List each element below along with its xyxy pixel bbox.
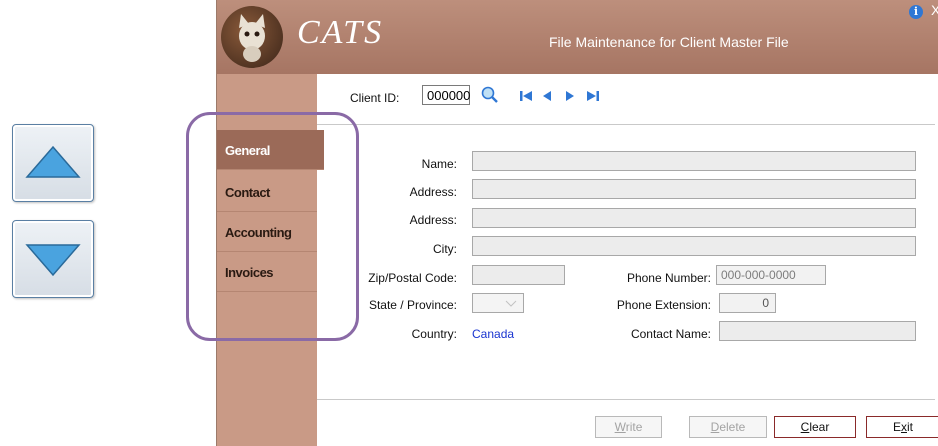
- address1-label: Address:: [409, 185, 457, 199]
- extension-label: Phone Extension:: [616, 298, 711, 312]
- delete-mnemonic: D: [710, 420, 720, 434]
- header-divider: [317, 124, 935, 125]
- exit-label: it: [907, 420, 913, 434]
- arrow-up-icon: [25, 145, 81, 178]
- arrow-down-icon: [25, 244, 81, 277]
- tab-general[interactable]: General: [217, 130, 324, 170]
- contact-name-field[interactable]: [719, 321, 916, 341]
- footer-divider: [317, 399, 935, 400]
- clear-button[interactable]: Clear: [774, 416, 856, 438]
- next-record-icon[interactable]: [565, 90, 575, 102]
- country-value[interactable]: Canada: [472, 327, 514, 341]
- address2-field[interactable]: [472, 208, 916, 228]
- client-id-input[interactable]: 000000: [422, 85, 470, 105]
- search-icon[interactable]: [481, 86, 499, 104]
- previous-record-icon[interactable]: [542, 90, 552, 102]
- tab-accounting[interactable]: Accounting: [217, 212, 317, 252]
- app-name: CATS: [297, 14, 384, 51]
- cat-logo: [221, 6, 283, 68]
- sidebar: General Contact Accounting Invoices: [217, 74, 324, 446]
- extension-field[interactable]: 0: [719, 293, 776, 313]
- title-bar: CATS File Maintenance for Client Master …: [217, 0, 938, 74]
- city-label: City:: [433, 242, 457, 256]
- name-label: Name:: [421, 157, 457, 171]
- scroll-down-button[interactable]: [12, 220, 94, 298]
- first-record-icon[interactable]: [519, 90, 533, 102]
- phone-label: Phone Number:: [626, 271, 711, 285]
- state-label: State / Province:: [368, 298, 457, 312]
- chevron-down-icon: [505, 300, 517, 307]
- zip-field[interactable]: [472, 265, 565, 285]
- client-id-label: Client ID:: [350, 91, 400, 105]
- close-icon[interactable]: X: [931, 2, 938, 18]
- tab-invoices[interactable]: Invoices: [217, 252, 317, 292]
- client-maintenance-window: CATS File Maintenance for Client Master …: [216, 0, 938, 446]
- exit-button[interactable]: Exit: [866, 416, 938, 438]
- delete-button[interactable]: Delete: [689, 416, 767, 438]
- scroll-up-button[interactable]: [12, 124, 94, 202]
- exit-first: E: [892, 420, 901, 434]
- write-label: rite: [625, 420, 643, 434]
- address1-field[interactable]: [472, 179, 916, 199]
- country-label: Country:: [411, 327, 457, 341]
- write-button[interactable]: Write: [595, 416, 662, 438]
- write-mnemonic: W: [614, 420, 626, 434]
- cat-icon: [239, 14, 265, 62]
- delete-label: elete: [719, 420, 746, 434]
- window-title: File Maintenance for Client Master File: [549, 34, 789, 50]
- phone-field[interactable]: 000-000-0000: [716, 265, 826, 285]
- clear-label: lear: [809, 420, 830, 434]
- contact-name-label: Contact Name:: [630, 327, 711, 341]
- info-icon[interactable]: i: [909, 5, 923, 19]
- tab-contact[interactable]: Contact: [217, 172, 317, 212]
- zip-label: Zip/Postal Code:: [368, 271, 457, 285]
- last-record-icon[interactable]: [586, 90, 600, 102]
- name-field[interactable]: [472, 151, 916, 171]
- city-field[interactable]: [472, 236, 916, 256]
- address2-label: Address:: [409, 213, 457, 227]
